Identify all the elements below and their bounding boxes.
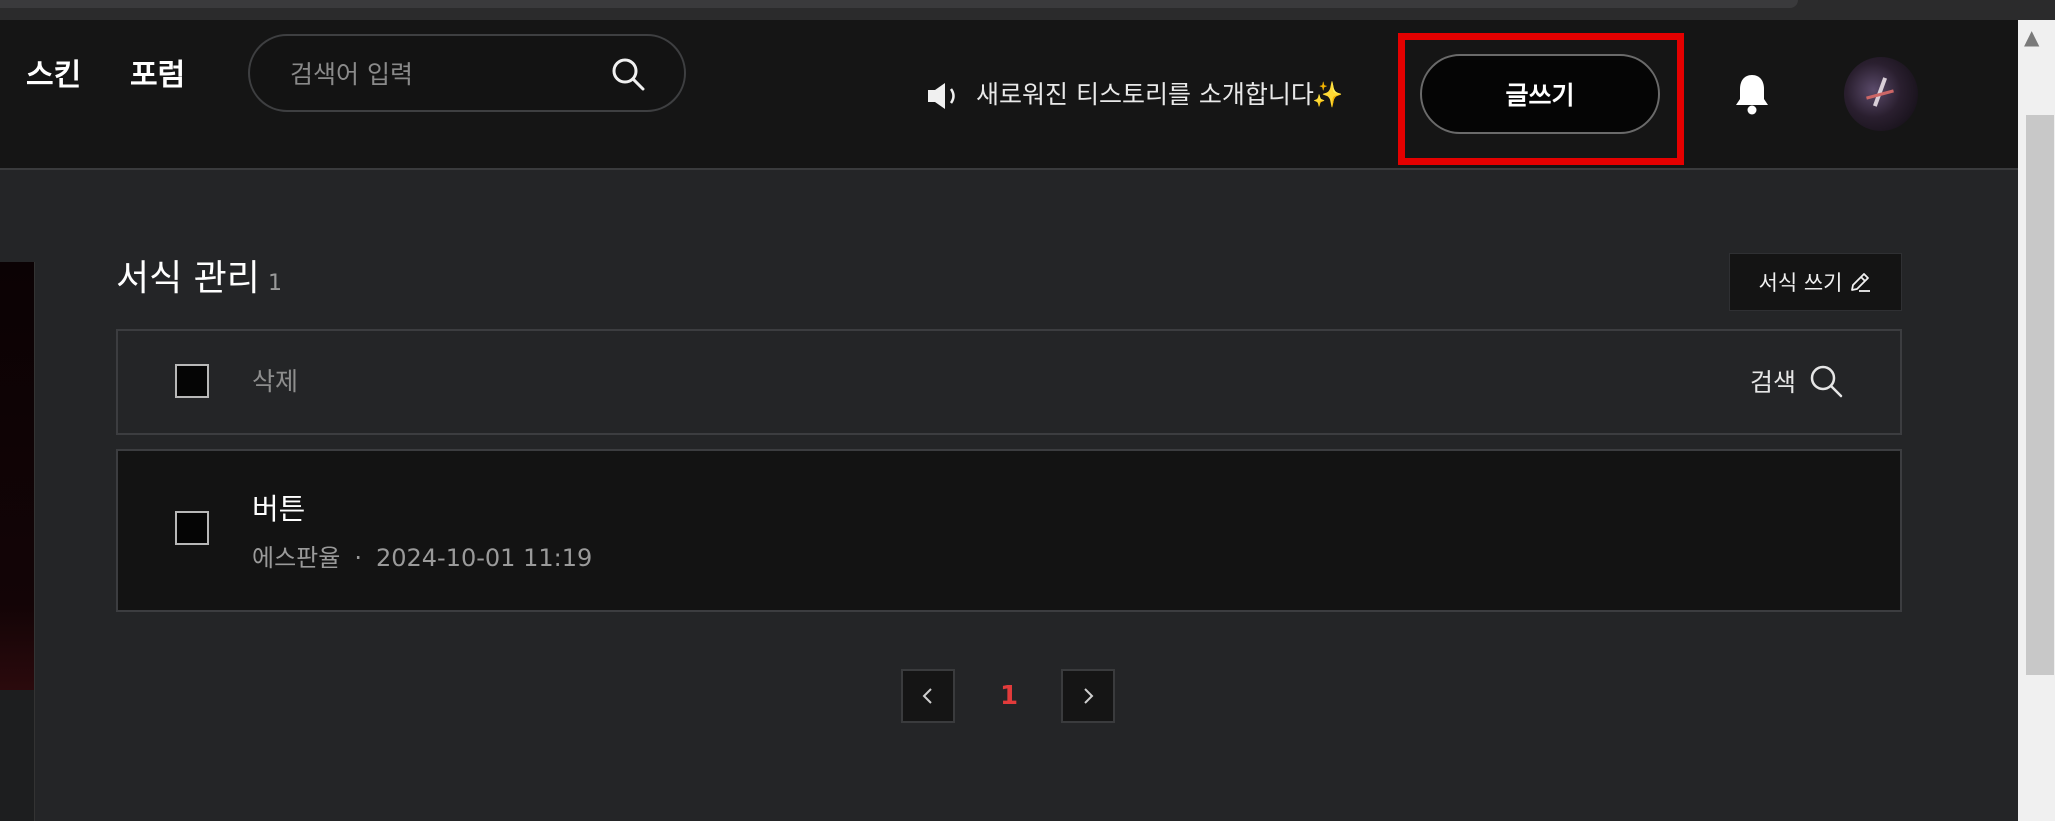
item-author: 에스판율 — [252, 544, 341, 572]
chevron-left-icon — [922, 688, 932, 704]
chevron-right-icon — [1084, 688, 1094, 704]
page-title: 서식 관리 1 — [116, 254, 282, 309]
delete-button[interactable]: 삭제 — [252, 365, 298, 399]
speaker-icon — [928, 83, 955, 109]
scrollbar-thumb[interactable] — [2026, 115, 2054, 675]
list-toolbar: 삭제 검색 — [116, 329, 1902, 435]
write-format-label: 서식 쓰기 — [1758, 271, 1843, 295]
pencil-icon — [1851, 273, 1871, 292]
scrollbar[interactable]: ▲ — [2018, 20, 2055, 821]
separator-dot: · — [354, 544, 362, 572]
left-panel — [0, 262, 35, 821]
item-date: 2024-10-01 11:19 — [375, 544, 593, 572]
item-checkbox[interactable] — [175, 511, 209, 545]
list-item[interactable]: 버튼 에스판율 · 2024-10-01 11:19 — [116, 449, 1902, 612]
browser-tab-bar — [0, 0, 1798, 8]
write-format-button[interactable]: 서식 쓰기 — [1729, 253, 1902, 311]
search-icon — [1810, 365, 1843, 398]
browser-top-strip — [0, 0, 2055, 20]
nav-skin[interactable]: 스킨 — [26, 56, 81, 96]
list-search-label: 검색 — [1749, 368, 1796, 397]
avatar[interactable] — [1844, 57, 1918, 131]
item-count: 1 — [267, 271, 282, 296]
previous-page-button[interactable] — [901, 669, 955, 723]
sparkle-icon: ✨ — [1312, 80, 1344, 109]
notice-text: 새로워진 티스토리를 소개합니다 — [976, 80, 1314, 109]
select-all-checkbox[interactable] — [175, 364, 209, 398]
search-input[interactable] — [288, 56, 592, 92]
item-meta: 에스판율 · 2024-10-01 11:19 — [252, 541, 592, 575]
left-panel-image — [0, 262, 34, 690]
next-page-button[interactable] — [1061, 669, 1115, 723]
item-name[interactable]: 버튼 — [252, 489, 305, 529]
list-search-button[interactable]: 검색 — [1750, 361, 1844, 401]
page-title-text: 서식 관리 — [116, 258, 260, 299]
bell-icon[interactable] — [1733, 72, 1771, 116]
search-icon[interactable] — [610, 56, 646, 92]
scroll-up-icon[interactable]: ▲ — [2024, 25, 2039, 49]
nav-forum[interactable]: 포럼 — [130, 56, 185, 96]
search-box — [248, 34, 686, 112]
highlight-box — [1398, 33, 1684, 165]
current-page[interactable]: 1 — [990, 676, 1028, 716]
